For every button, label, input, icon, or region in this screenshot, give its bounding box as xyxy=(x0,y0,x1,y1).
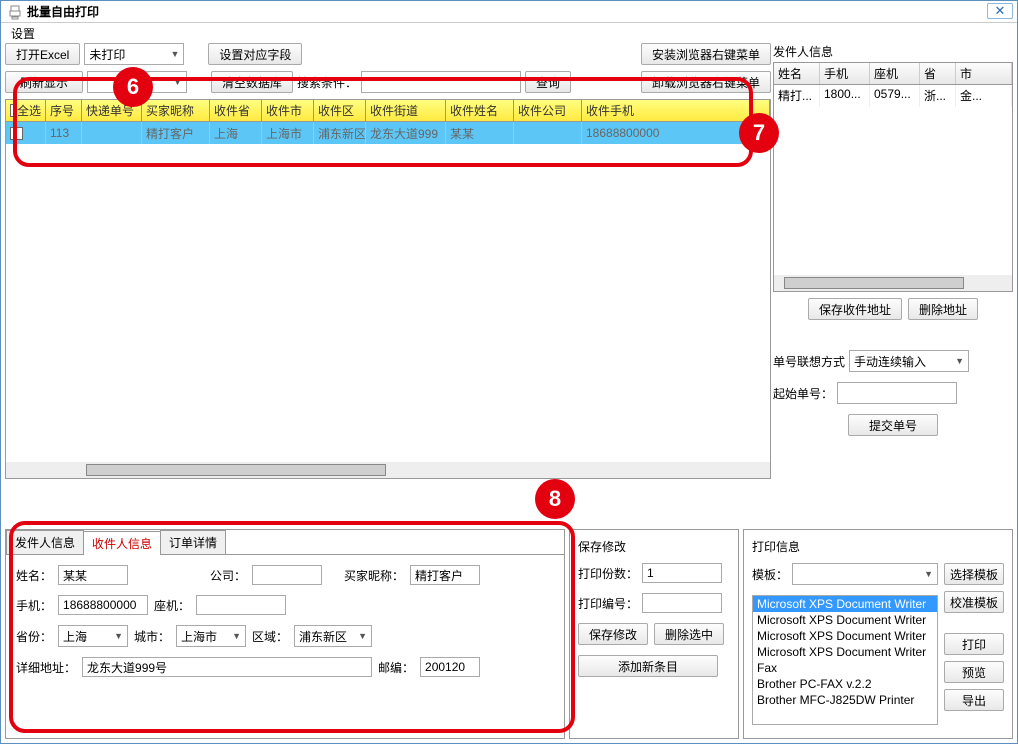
calib-tpl-button[interactable]: 校准模板 xyxy=(944,591,1004,613)
printer-item[interactable]: Fax xyxy=(753,660,937,676)
search-input[interactable] xyxy=(361,71,521,93)
open-excel-button[interactable]: 打开Excel xyxy=(5,43,80,65)
tab-order[interactable]: 订单详情 xyxy=(160,530,226,554)
printer-item[interactable]: Microsoft XPS Document Writer xyxy=(753,644,937,660)
refresh-button[interactable]: 刷新显示 xyxy=(5,71,83,93)
nick-input[interactable]: 精打客户 xyxy=(410,565,480,585)
close-button[interactable]: ✕ xyxy=(987,3,1013,19)
tel-input[interactable] xyxy=(196,595,286,615)
city-select[interactable]: 上海市 xyxy=(176,625,246,647)
printer-item[interactable]: Brother PC-FAX v.2.2 xyxy=(753,676,937,692)
zip-input[interactable]: 200120 xyxy=(420,657,480,677)
save-addr-button[interactable]: 保存收件地址 xyxy=(808,298,902,320)
sender-info-title: 发件人信息 xyxy=(773,43,1013,60)
dist-select[interactable]: 浦东新区 xyxy=(294,625,372,647)
annotation-callout-6: 6 xyxy=(113,67,153,107)
save-button[interactable]: 保存修改 xyxy=(578,623,648,645)
del-addr-button[interactable]: 删除地址 xyxy=(908,298,978,320)
printer-item[interactable]: Brother MFC-J825DW Printer xyxy=(753,692,937,708)
start-no-input[interactable] xyxy=(837,382,957,404)
preview-button[interactable]: 预览 xyxy=(944,661,1004,683)
print-panel-title: 打印信息 xyxy=(752,538,1004,555)
clear-db-button[interactable]: 清空数据库 xyxy=(211,71,293,93)
printer-item[interactable]: Microsoft XPS Document Writer xyxy=(753,596,937,612)
select-all-checkbox[interactable] xyxy=(10,104,15,117)
search-label: 搜索条件： xyxy=(297,74,357,91)
export-button[interactable]: 导出 xyxy=(944,689,1004,711)
mobile-input[interactable]: 18688800000 xyxy=(58,595,148,615)
assoc-label: 单号联想方式 xyxy=(773,353,845,370)
set-fields-button[interactable]: 设置对应字段 xyxy=(208,43,302,65)
print-button[interactable]: 打印 xyxy=(944,633,1004,655)
prov-select[interactable]: 上海 xyxy=(58,625,128,647)
annotation-callout-7: 7 xyxy=(739,113,779,153)
printer-item[interactable]: Microsoft XPS Document Writer xyxy=(753,612,937,628)
titlebar: 批量自由打印 ✕ xyxy=(1,1,1017,23)
del-sel-button[interactable]: 删除选中 xyxy=(654,623,724,645)
main-table: 全选 序号 快递单号 买家昵称 收件省 收件市 收件区 收件街道 收件姓名 收件… xyxy=(5,99,771,479)
table-row[interactable]: 113 精打客户 上海 上海市 浦东新区 龙东大道999 某某 18688800… xyxy=(6,122,770,144)
addr-input[interactable]: 龙东大道999号 xyxy=(82,657,372,677)
h-scrollbar[interactable] xyxy=(6,462,770,478)
save-panel-title: 保存修改 xyxy=(578,538,730,555)
query-button[interactable]: 查询 xyxy=(525,71,571,93)
unprinted-select[interactable]: 未打印 xyxy=(84,43,184,65)
sender-table: 姓名 手机 座机 省 市 精打... 1800... 0579... 浙... … xyxy=(773,62,1013,292)
company-input[interactable] xyxy=(252,565,322,585)
row-checkbox[interactable] xyxy=(10,127,23,140)
menubar: 设置 xyxy=(1,23,1017,43)
printer-item[interactable]: Microsoft XPS Document Writer xyxy=(753,628,937,644)
window-title: 批量自由打印 xyxy=(27,3,99,20)
add-entry-button[interactable]: 添加新条目 xyxy=(578,655,718,677)
menu-settings[interactable]: 设置 xyxy=(7,23,39,44)
name-input[interactable]: 某某 xyxy=(58,565,128,585)
assoc-select[interactable]: 手动连续输入 xyxy=(849,350,969,372)
print-no-input[interactable] xyxy=(642,593,722,613)
annotation-callout-8: 8 xyxy=(535,479,575,519)
uninstall-menu-button[interactable]: 卸载浏览器右键菜单 xyxy=(641,71,771,93)
tpl-select[interactable] xyxy=(792,563,938,585)
tab-sender[interactable]: 发件人信息 xyxy=(6,530,84,554)
tab-recipient[interactable]: 收件人信息 xyxy=(83,531,161,555)
copies-input[interactable]: 1 xyxy=(642,563,722,583)
app-icon xyxy=(7,4,23,20)
install-menu-button[interactable]: 安装浏览器右键菜单 xyxy=(641,43,771,65)
start-no-label: 起始单号： xyxy=(773,385,833,402)
sender-row[interactable]: 精打... 1800... 0579... 浙... 金... xyxy=(774,85,1012,107)
printer-list[interactable]: Microsoft XPS Document Writer Microsoft … xyxy=(752,595,938,725)
choose-tpl-button[interactable]: 选择模板 xyxy=(944,563,1004,585)
submit-no-button[interactable]: 提交单号 xyxy=(848,414,938,436)
